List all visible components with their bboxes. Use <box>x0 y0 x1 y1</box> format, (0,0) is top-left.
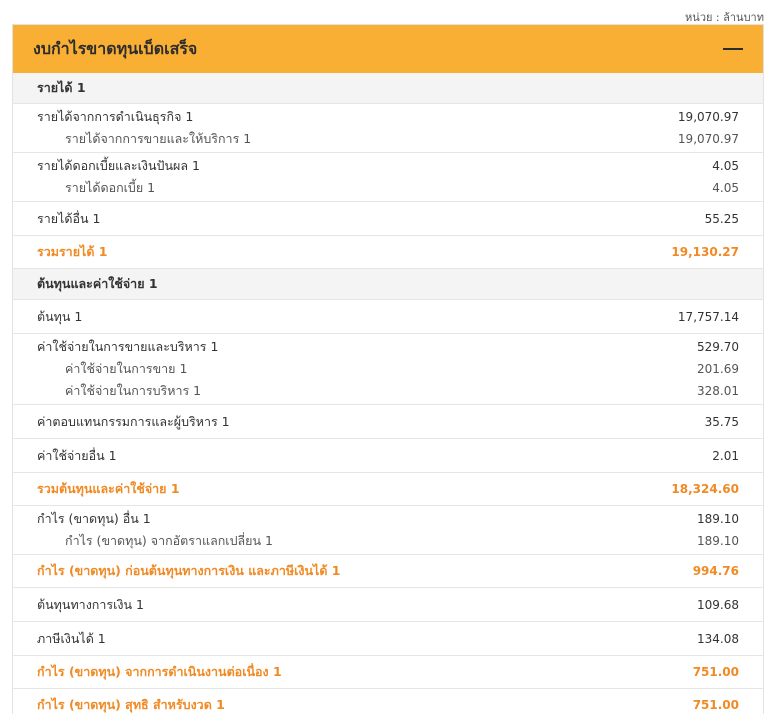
group-operating-revenue: รายได้จากการดำเนินธุรกิจ 1 19,070.97 ราย… <box>13 104 763 153</box>
total-costs-row: รวมต้นทุนและค่าใช้จ่าย 1 18,324.60 <box>13 473 763 506</box>
line-value: 109.68 <box>697 597 739 612</box>
line-item: กำไร (ขาดทุน) จากอัตราแลกเปลี่ยน 1 189.1… <box>13 530 763 552</box>
line-label: กำไร (ขาดทุน) จากอัตราแลกเปลี่ยน 1 <box>65 533 273 548</box>
total-label: รวมรายได้ 1 <box>37 244 108 259</box>
group-other-expense: ค่าใช้จ่ายอื่น 1 2.01 <box>13 439 763 473</box>
line-item: กำไร (ขาดทุน) อื่น 1 189.10 <box>13 508 763 530</box>
panel-header[interactable]: งบกำไรขาดทุนเบ็ดเสร็จ <box>13 25 763 73</box>
net-profit-row: กำไร (ขาดทุน) สุทธิ สำหรับงวด 1 751.00 <box>13 689 763 714</box>
total-value: 18,324.60 <box>671 482 739 496</box>
continuing-ops-row: กำไร (ขาดทุน) จากการดำเนินงานต่อเนื่อง 1… <box>13 656 763 689</box>
line-label: รายได้จากการขายและให้บริการ 1 <box>65 131 252 146</box>
line-value: 529.70 <box>697 340 739 354</box>
line-item: ต้นทุนทางการเงิน 1 109.68 <box>13 590 763 619</box>
line-label: ค่าใช้จ่ายในการขายและบริหาร 1 <box>37 339 219 354</box>
line-label: กำไร (ขาดทุน) อื่น 1 <box>37 511 151 526</box>
group-directors: ค่าตอบแทนกรรมการและผู้บริหาร 1 35.75 <box>13 405 763 439</box>
total-label: รวมต้นทุนและค่าใช้จ่าย 1 <box>37 481 180 496</box>
group-income-tax: ภาษีเงินได้ 1 134.08 <box>13 622 763 656</box>
total-label: กำไร (ขาดทุน) ก่อนต้นทุนทางการเงิน และภา… <box>37 563 341 578</box>
line-value: 134.08 <box>697 631 739 646</box>
line-item: ค่าใช้จ่ายอื่น 1 2.01 <box>13 441 763 470</box>
total-value: 751.00 <box>692 665 739 679</box>
line-label: ค่าใช้จ่ายในการขาย 1 <box>65 361 188 376</box>
line-value: 201.69 <box>697 362 739 376</box>
line-item: รายได้ดอกเบี้ยและเงินปันผล 1 4.05 <box>13 155 763 177</box>
line-item: รายได้ดอกเบี้ย 1 4.05 <box>13 177 763 199</box>
group-interest-dividend: รายได้ดอกเบี้ยและเงินปันผล 1 4.05 รายได้… <box>13 153 763 202</box>
line-item: รายได้จากการดำเนินธุรกิจ 1 19,070.97 <box>13 106 763 128</box>
panel-title: งบกำไรขาดทุนเบ็ดเสร็จ <box>33 38 198 58</box>
line-item: ค่าตอบแทนกรรมการและผู้บริหาร 1 35.75 <box>13 407 763 436</box>
income-statement-panel: งบกำไรขาดทุนเบ็ดเสร็จ รายได้ 1 รายได้จาก… <box>12 24 764 714</box>
line-item: ค่าใช้จ่ายในการบริหาร 1 328.01 <box>13 380 763 402</box>
ebit-row: กำไร (ขาดทุน) ก่อนต้นทุนทางการเงิน และภา… <box>13 555 763 588</box>
line-label: ต้นทุนทางการเงิน 1 <box>37 596 144 612</box>
line-value: 55.25 <box>704 211 739 226</box>
total-value: 751.00 <box>692 698 739 712</box>
line-item: รายได้จากการขายและให้บริการ 1 19,070.97 <box>13 128 763 150</box>
line-value: 189.10 <box>697 534 739 548</box>
line-item: ค่าใช้จ่ายในการขายและบริหาร 1 529.70 <box>13 336 763 358</box>
group-other-gain: กำไร (ขาดทุน) อื่น 1 189.10 กำไร (ขาดทุน… <box>13 506 763 555</box>
collapse-icon[interactable] <box>723 48 743 50</box>
line-value: 19,070.97 <box>677 132 739 146</box>
total-value: 19,130.27 <box>671 245 739 259</box>
line-label: ค่าใช้จ่ายในการบริหาร 1 <box>65 383 202 398</box>
line-item: ภาษีเงินได้ 1 134.08 <box>13 624 763 653</box>
line-value: 328.01 <box>697 384 739 398</box>
section-revenue-title: รายได้ 1 <box>37 80 86 95</box>
section-costs-title: ต้นทุนและค่าใช้จ่าย 1 <box>37 276 158 291</box>
line-label: รายได้อื่น 1 <box>37 210 101 226</box>
line-value: 4.05 <box>712 159 739 173</box>
line-value: 17,757.14 <box>677 309 739 324</box>
line-label: ภาษีเงินได้ 1 <box>37 630 106 646</box>
section-costs: ต้นทุนและค่าใช้จ่าย 1 <box>13 269 763 300</box>
line-label: รายได้ดอกเบี้ยและเงินปันผล 1 <box>37 158 200 173</box>
line-item: รายได้อื่น 1 55.25 <box>13 204 763 233</box>
group-sga: ค่าใช้จ่ายในการขายและบริหาร 1 529.70 ค่า… <box>13 334 763 405</box>
group-finance-cost: ต้นทุนทางการเงิน 1 109.68 <box>13 588 763 622</box>
line-label: ต้นทุน 1 <box>37 308 83 324</box>
line-label: ค่าตอบแทนกรรมการและผู้บริหาร 1 <box>37 413 230 429</box>
line-label: รายได้จากการดำเนินธุรกิจ 1 <box>37 109 194 124</box>
line-item: ค่าใช้จ่ายในการขาย 1 201.69 <box>13 358 763 380</box>
group-cost: ต้นทุน 1 17,757.14 <box>13 300 763 334</box>
line-label: รายได้ดอกเบี้ย 1 <box>65 180 156 195</box>
total-label: กำไร (ขาดทุน) จากการดำเนินงานต่อเนื่อง 1 <box>37 664 282 679</box>
section-revenue: รายได้ 1 <box>13 73 763 104</box>
line-value: 19,070.97 <box>677 110 739 124</box>
total-revenue-row: รวมรายได้ 1 19,130.27 <box>13 236 763 269</box>
line-value: 35.75 <box>704 414 739 429</box>
group-other-revenue: รายได้อื่น 1 55.25 <box>13 202 763 236</box>
line-label: ค่าใช้จ่ายอื่น 1 <box>37 447 117 463</box>
total-value: 994.76 <box>692 564 739 578</box>
line-item: ต้นทุน 1 17,757.14 <box>13 302 763 331</box>
line-value: 189.10 <box>697 512 739 526</box>
line-value: 2.01 <box>712 448 739 463</box>
line-value: 4.05 <box>712 181 739 195</box>
